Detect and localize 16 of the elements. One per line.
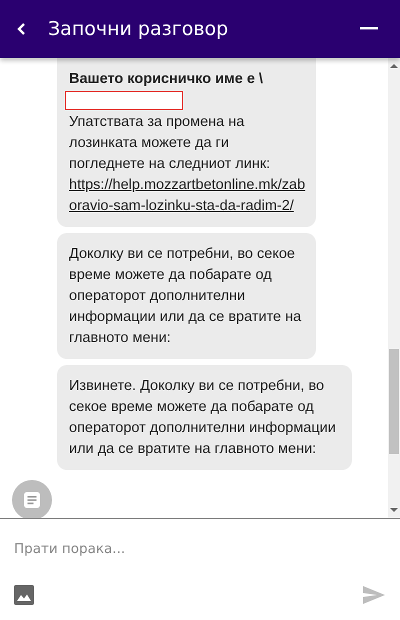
send-icon bbox=[362, 585, 386, 605]
scroll-down-icon bbox=[390, 507, 398, 513]
scrollbar[interactable] bbox=[388, 58, 400, 518]
help-link[interactable]: https://help.mozzartbetonline.mk/zaboravio-sam-lozinku-sta-da-radim-2/ bbox=[69, 175, 306, 217]
message-text: Извинете. Доколку ви се потребни, во секое време можете да побарате од операторот дополнителни информации или да се вратите на главното мени: bbox=[69, 377, 337, 459]
image-icon bbox=[14, 585, 34, 605]
image-button[interactable] bbox=[12, 583, 36, 607]
back-icon bbox=[16, 21, 28, 37]
window-title: Започни разговор bbox=[48, 18, 230, 40]
message-text: Доколку ви се потребни, во секое време можете да побарате од операторот дополнителни информации или да се вратите на главното мени: bbox=[69, 245, 302, 348]
scrollbar-thumb[interactable] bbox=[389, 349, 399, 454]
document-icon bbox=[23, 491, 41, 509]
message-text: Вашето корисничко име е \ bbox=[69, 70, 264, 89]
scroll-up-icon bbox=[390, 63, 398, 69]
message-text: Упатствата за промена на лозинката можете да ги погледнете на следниот линк: bbox=[69, 113, 272, 174]
minimize-icon bbox=[360, 27, 378, 31]
